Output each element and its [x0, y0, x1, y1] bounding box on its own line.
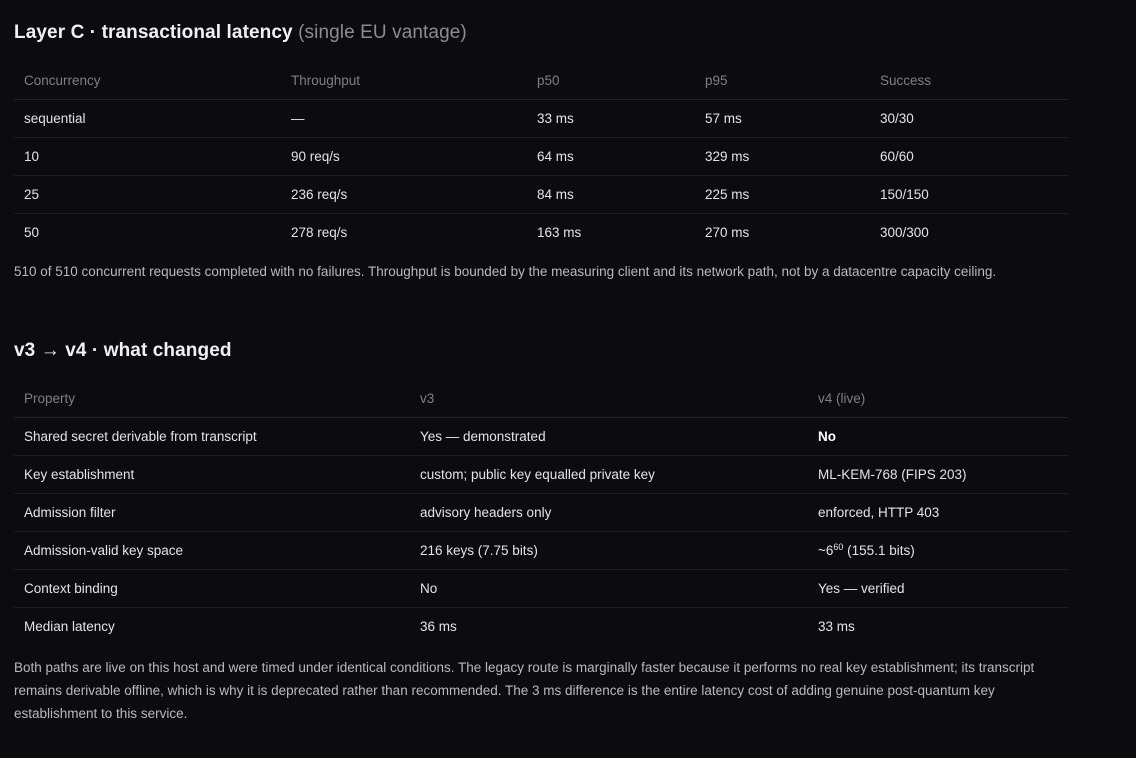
table-row: Admission filter advisory headers only e…: [14, 493, 1068, 532]
cell-throughput: 90 req/s: [281, 137, 527, 176]
layer-c-title: Layer C · transactional latency: [14, 22, 293, 43]
cell-concurrency: sequential: [14, 99, 281, 138]
changes-table: Property v3 v4 (live) Shared secret deri…: [14, 380, 1068, 645]
cell-p95: 57 ms: [695, 99, 870, 138]
cell-success: 30/30: [870, 99, 1068, 138]
cell-p95: 225 ms: [695, 175, 870, 214]
table-row: 10 90 req/s 64 ms 329 ms 60/60: [14, 137, 1068, 176]
cell-v3: advisory headers only: [410, 493, 808, 532]
cell-success: 60/60: [870, 137, 1068, 176]
cell-property: Shared secret derivable from transcript: [14, 417, 410, 456]
cell-p50: 64 ms: [527, 137, 695, 176]
cell-throughput: 278 req/s: [291, 225, 348, 240]
cell-property: Admission filter: [14, 493, 410, 532]
latency-table-header: Concurrency Throughput p50 p95 Success: [14, 62, 1068, 100]
table-row: Median latency 36 ms 33 ms: [14, 608, 1068, 646]
table-row: sequential — 33 ms 57 ms 30/30: [14, 99, 1068, 138]
cell-p95: 329 ms: [695, 137, 870, 176]
cell-concurrency: 25: [14, 175, 281, 214]
cell-success: 150/150: [870, 175, 1068, 214]
cell-property: Median latency: [24, 619, 115, 634]
cell-success: 300/300: [880, 225, 929, 240]
cell-concurrency: 50: [24, 225, 40, 240]
table-row: Admission-valid key space 216 keys (7.75…: [14, 531, 1068, 570]
cell-v4: Yes — verified: [808, 569, 1068, 608]
cell-property: Admission-valid key space: [14, 531, 410, 570]
cell-v4: No: [808, 417, 1068, 456]
cell-property: Context binding: [14, 569, 410, 608]
col-throughput: Throughput: [281, 62, 527, 100]
cell-property: Key establishment: [14, 455, 410, 494]
cell-v3: 216 keys (7.75 bits): [410, 531, 808, 570]
col-concurrency: Concurrency: [14, 62, 281, 100]
section-title-changes: v3 → v4 · what changed: [14, 340, 232, 361]
cell-p50: 33 ms: [527, 99, 695, 138]
latency-table: Concurrency Throughput p50 p95 Success s…: [14, 62, 1068, 251]
table-row: Key establishment custom; public key equ…: [14, 455, 1068, 494]
table-row: Shared secret derivable from transcript …: [14, 417, 1068, 456]
col-property: Property: [14, 380, 410, 418]
cell-p95: 270 ms: [705, 225, 750, 240]
keyspace-bits: (155.1 bits): [843, 543, 915, 558]
col-v4-live: v4 (live): [808, 380, 1068, 418]
table-row: 50 278 req/s 163 ms 270 ms 300/300: [14, 214, 1068, 252]
keyspace-base: ~6: [818, 543, 834, 558]
cell-v3: 36 ms: [420, 619, 457, 634]
cell-v4: ML-KEM-768 (FIPS 203): [808, 455, 1068, 494]
col-success: Success: [870, 62, 1068, 100]
col-p50: p50: [527, 62, 695, 100]
cell-v4: ~660 (155.1 bits): [808, 531, 1068, 570]
cell-p50: 84 ms: [527, 175, 695, 214]
cell-p50: 163 ms: [537, 225, 582, 240]
keyspace-exponent: 60: [833, 542, 844, 552]
cell-v3: Yes — demonstrated: [410, 417, 808, 456]
changes-table-header: Property v3 v4 (live): [14, 380, 1068, 418]
table-row: 25 236 req/s 84 ms 225 ms 150/150: [14, 175, 1068, 214]
cell-v4: enforced, HTTP 403: [808, 493, 1068, 532]
layer-c-subtitle: (single EU vantage): [298, 22, 467, 43]
col-p95: p95: [695, 62, 870, 100]
section-title-layer-c: Layer C · transactional latency (single …: [14, 22, 467, 44]
cell-concurrency: 10: [14, 137, 281, 176]
changes-note: Both paths are live on this host and wer…: [14, 660, 1035, 721]
cell-v3: No: [410, 569, 808, 608]
latency-note: 510 of 510 concurrent requests completed…: [14, 264, 997, 279]
cell-v4: 33 ms: [818, 619, 855, 634]
cell-throughput: 236 req/s: [281, 175, 527, 214]
cell-v3: custom; public key equalled private key: [410, 455, 808, 494]
col-v3: v3: [410, 380, 808, 418]
cell-throughput: —: [281, 99, 527, 138]
table-row: Context binding No Yes — verified: [14, 569, 1068, 608]
